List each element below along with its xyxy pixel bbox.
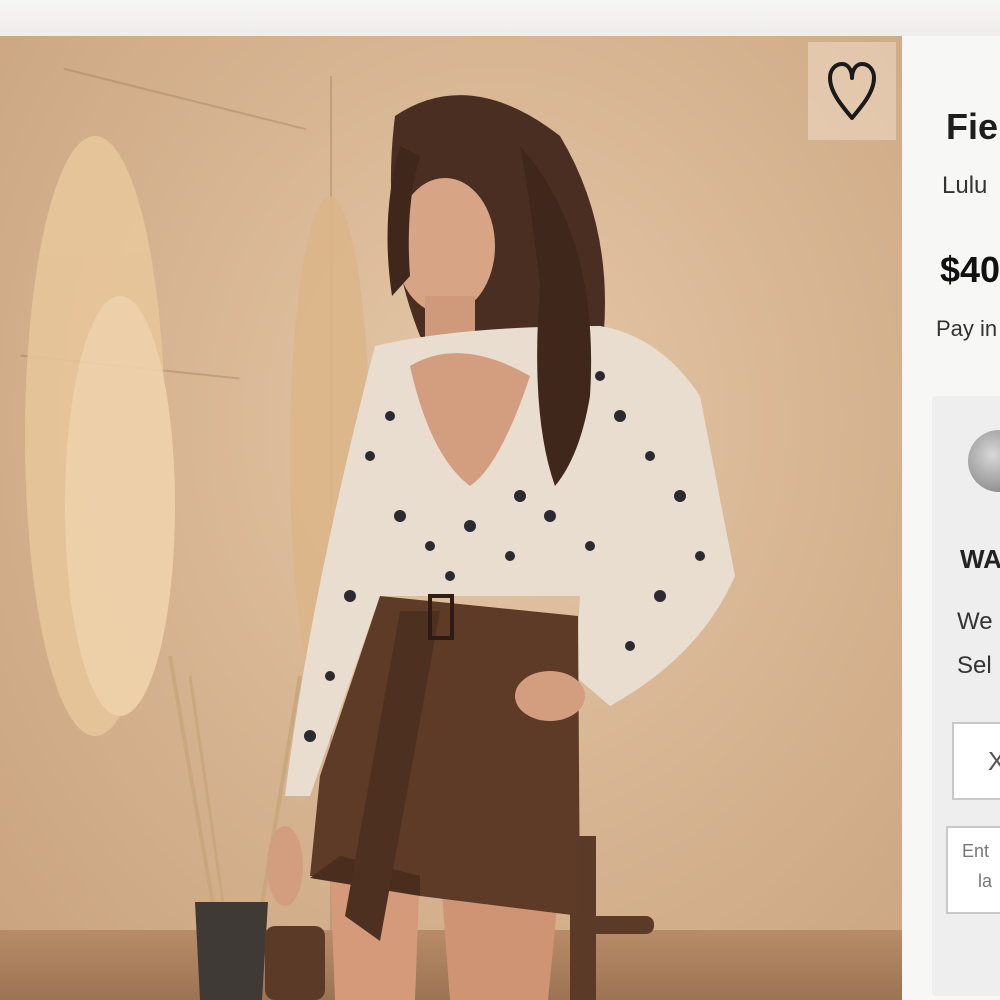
email-placeholder-line: la [978,871,993,891]
photo-illustration [25,95,735,1000]
product-photo[interactable] [0,36,902,1000]
close-button[interactable]: X [952,722,1000,800]
promo-card: WA We Sel X Ent la [932,396,1000,996]
page-top-band [0,0,1000,36]
product-info-panel: Fie Lulu $40 Pay in WA We Sel X Ent la [902,36,1000,1000]
promo-heading: WA [960,544,1000,574]
vase [195,902,268,1000]
promo-avatar [968,430,1000,492]
wishlist-button[interactable] [808,42,896,140]
email-input[interactable]: Ent la [946,826,1000,914]
screen: Fie Lulu $40 Pay in WA We Sel X Ent la [0,0,1000,1000]
product-brand[interactable]: Lulu [942,172,987,200]
product-title: Fie [946,106,999,147]
product-price: $40 [940,249,1000,290]
heart-icon [828,62,876,120]
promo-text-line: Sel [957,652,992,679]
email-placeholder-line: Ent [962,841,990,861]
pay-in-installments-text: Pay in [936,316,998,341]
promo-text-line: We [957,608,993,635]
